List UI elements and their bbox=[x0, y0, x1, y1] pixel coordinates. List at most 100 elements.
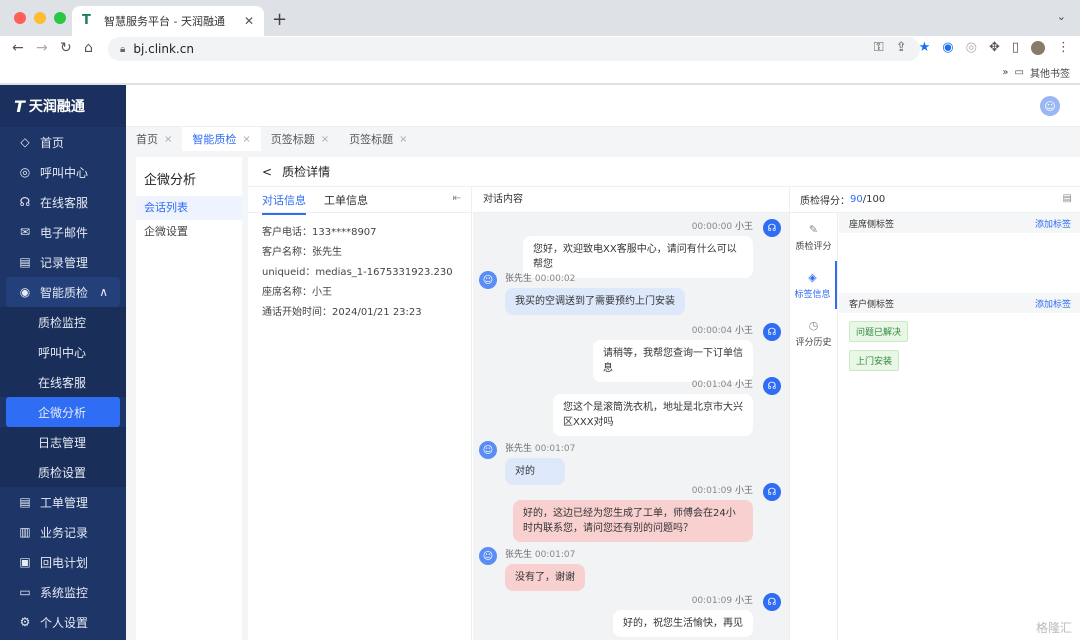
message-time: 00:01:09 bbox=[691, 486, 733, 496]
bookmark-star-icon[interactable]: ★ bbox=[919, 40, 931, 55]
sidebar-subitem[interactable]: 质检设置 bbox=[0, 457, 126, 487]
sidebar-group-quality[interactable]: ◉ 智能质检 ∧ bbox=[6, 277, 120, 307]
sidebar-item-icon: ◎ bbox=[19, 165, 31, 179]
message-bubble[interactable]: 请稍等，我帮您查询一下订单信息 bbox=[593, 340, 753, 382]
new-tab-icon[interactable]: + bbox=[272, 9, 287, 30]
extension-icon[interactable]: ◉ bbox=[942, 40, 953, 55]
menu-dots-icon[interactable]: ⋮ bbox=[1057, 40, 1070, 55]
chat-message: ☺ 张先生 00:01:07 对的 bbox=[479, 441, 576, 485]
export-icon[interactable]: ▤ bbox=[1063, 193, 1072, 204]
left-panel-item-settings[interactable]: 企微设置 bbox=[136, 220, 242, 244]
forward-arrow-icon[interactable]: → bbox=[36, 40, 48, 56]
collapse-icon[interactable]: ⇤ bbox=[453, 193, 461, 204]
tab-search-icon[interactable]: ⌄ bbox=[1057, 10, 1066, 23]
bookmarks-overflow-icon[interactable]: » bbox=[1002, 67, 1008, 78]
add-customer-tag-button[interactable]: 添加标签 bbox=[1035, 297, 1071, 310]
score-tab[interactable]: ✎ 质检评分 bbox=[790, 213, 837, 261]
close-tab-icon[interactable]: ✕ bbox=[244, 14, 254, 28]
puzzle-icon[interactable]: ✥ bbox=[989, 40, 1000, 55]
sidebar-item[interactable]: ▭ 系统监控 bbox=[0, 577, 126, 607]
page-tab[interactable]: 页签标题 × bbox=[339, 127, 417, 151]
close-icon[interactable]: × bbox=[399, 134, 407, 145]
minimize-window-button[interactable] bbox=[34, 12, 46, 24]
favicon-icon: T bbox=[82, 13, 91, 28]
sidebar: T 天润融通 ◇ 首页 ◎ 呼叫中心 ☊ 在线客服 ✉ 电子邮件 ▤ 记录管理 ◉ 智能质检 ∧ … bbox=[0, 85, 126, 640]
address-bar[interactable]: 🔒︎ bj.clink.cn bbox=[108, 37, 920, 61]
sidebar-item[interactable]: ☊ 在线客服 bbox=[0, 187, 126, 217]
sidebar-subitem[interactable]: 企微分析 bbox=[6, 397, 120, 427]
maximize-window-button[interactable] bbox=[54, 12, 66, 24]
sidebar-item[interactable]: ▥ 业务记录 bbox=[0, 517, 126, 547]
other-bookmarks[interactable]: 其他书签 bbox=[1030, 65, 1070, 80]
toolbar-icons: ⚿ ⇪ ★ ◉ ◎ ✥ ▯ ⋮ bbox=[874, 40, 1070, 55]
message-time: 00:01:07 bbox=[534, 444, 576, 454]
sidebar-item-label: 记录管理 bbox=[40, 255, 89, 270]
sidebar-subitem[interactable]: 质检监控 bbox=[0, 307, 126, 337]
message-meta: 00:00:04 小王 bbox=[593, 323, 753, 336]
chat-message: ☊ 00:00:04 小王请稍等，我帮您查询一下订单信息 bbox=[593, 323, 781, 382]
url-text: bj.clink.cn bbox=[133, 42, 194, 56]
page-tab[interactable]: 首页 × bbox=[126, 127, 182, 151]
extension-icon[interactable]: ◎ bbox=[966, 40, 977, 55]
message-time: 00:01:09 bbox=[691, 596, 733, 606]
sidebar-item[interactable]: ▤ 工单管理 bbox=[0, 487, 126, 517]
sidebar-item-label: 业务记录 bbox=[40, 525, 89, 540]
headset-icon: ☊ bbox=[763, 323, 781, 341]
share-icon[interactable]: ⇪ bbox=[896, 40, 907, 55]
page-tabs: 首页 × 智能质检 × 页签标题 × 页签标题 × bbox=[126, 127, 1080, 151]
close-icon[interactable]: × bbox=[164, 134, 172, 145]
sidebar-item[interactable]: ◎ 呼叫中心 bbox=[0, 157, 126, 187]
message-bubble[interactable]: 没有了，谢谢 bbox=[505, 564, 585, 591]
agent-tags-title: 座席侧标签 bbox=[849, 219, 895, 230]
message-bubble[interactable]: 您这个是滚筒洗衣机，地址是北京市大兴区XXX对吗 bbox=[553, 394, 753, 436]
customer-tag[interactable]: 上门安装 bbox=[849, 350, 900, 371]
sidebar-subitem[interactable]: 在线客服 bbox=[0, 367, 126, 397]
chat-message: ☊ 00:01:04 小王 您这个是滚筒洗衣机，地址是北京市大兴区XXX对吗 bbox=[553, 377, 781, 436]
page-tab[interactable]: 智能质检 × bbox=[182, 127, 261, 151]
sidebar-item[interactable]: ▤ 记录管理 bbox=[0, 247, 126, 277]
agent-tags-header: 座席侧标签 添加标签 bbox=[839, 213, 1080, 233]
message-meta: 00:01:04 小王 bbox=[553, 377, 753, 390]
back-arrow-icon[interactable]: ← bbox=[12, 40, 24, 56]
customer-tag[interactable]: 问题已解决 bbox=[849, 321, 909, 342]
sidebar-subitem[interactable]: 呼叫中心 bbox=[0, 337, 126, 367]
message-bubble[interactable]: 好的，祝您生活愉快，再见 bbox=[613, 610, 753, 637]
sidebar-item-icon: ▤ bbox=[19, 255, 31, 269]
message-bubble[interactable]: 对的 bbox=[505, 458, 565, 485]
add-agent-tag-button[interactable]: 添加标签 bbox=[1035, 217, 1071, 230]
sidebar-item[interactable]: ◇ 首页 bbox=[0, 127, 126, 157]
sidebar-group-label: 智能质检 bbox=[40, 285, 89, 300]
message-bubble[interactable]: 好的，这边已经为您生成了工单，师傅会在24小时内联系您，请问您还有别的问题吗？ bbox=[513, 500, 753, 542]
sidebar-item-label: 呼叫中心 bbox=[40, 165, 89, 180]
sidebar-subitem[interactable]: 日志管理 bbox=[0, 427, 126, 457]
tab-ticket-info[interactable]: 工单信息 bbox=[324, 192, 368, 208]
detail-header: < 质检详情 bbox=[248, 157, 1080, 187]
close-window-button[interactable] bbox=[14, 12, 26, 24]
browser-tab[interactable]: T 智慧服务平台 - 天润融通 ✕ bbox=[72, 6, 264, 36]
sidepanel-icon[interactable]: ▯ bbox=[1012, 40, 1019, 55]
message-meta: 张先生 00:00:02 bbox=[505, 271, 685, 284]
page-tab[interactable]: 页签标题 × bbox=[261, 127, 339, 151]
chat-title: 对话内容 bbox=[473, 187, 789, 213]
user-icon: ☺ bbox=[479, 441, 497, 459]
message-bubble[interactable]: 我买的空调送到了需要预约上门安装 bbox=[505, 288, 685, 315]
score-tab-label: 质检评分 bbox=[795, 241, 832, 252]
message-sender: 小王 bbox=[734, 222, 753, 232]
key-icon[interactable]: ⚿ bbox=[874, 40, 884, 55]
logo-text: 天润融通 bbox=[28, 99, 85, 115]
back-icon[interactable]: < bbox=[262, 165, 272, 179]
sidebar-item[interactable]: ⚙ 个人设置 bbox=[0, 607, 126, 637]
profile-avatar[interactable] bbox=[1031, 40, 1045, 55]
tab-conversation-info[interactable]: 对话信息 bbox=[262, 192, 306, 215]
left-panel-item-session-list[interactable]: 会话列表 bbox=[136, 196, 242, 220]
score-tab[interactable]: ◷ 评分历史 bbox=[790, 309, 837, 357]
score-tab-icon: ◷ bbox=[808, 318, 819, 332]
sidebar-item[interactable]: ✉ 电子邮件 bbox=[0, 217, 126, 247]
score-tab[interactable]: ◈ 标签信息 bbox=[790, 261, 837, 309]
close-icon[interactable]: × bbox=[242, 134, 250, 145]
user-avatar[interactable]: ☺ bbox=[1040, 96, 1060, 116]
reload-icon[interactable]: ↻ bbox=[60, 40, 72, 56]
sidebar-item[interactable]: ▣ 回电计划 bbox=[0, 547, 126, 577]
close-icon[interactable]: × bbox=[321, 134, 329, 145]
home-icon[interactable]: ⌂ bbox=[84, 40, 93, 56]
